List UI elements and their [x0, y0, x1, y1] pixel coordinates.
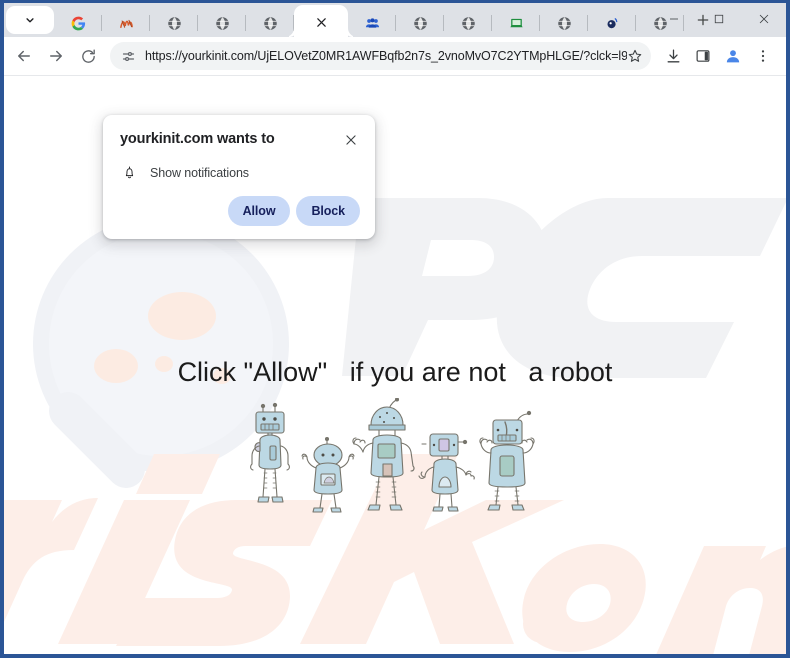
- robot-1: [250, 402, 290, 503]
- maximize-icon: [714, 14, 723, 23]
- permission-dialog-actions: Allow Block: [120, 196, 360, 226]
- bell-icon: [122, 165, 137, 180]
- permission-request-row: Show notifications: [120, 165, 360, 180]
- arrow-left-icon: [18, 50, 30, 62]
- tab-item[interactable]: [492, 6, 540, 37]
- avatar-icon: [726, 50, 740, 63]
- reload-button[interactable]: [72, 40, 104, 72]
- permission-dialog-header: yourkinit.com wants to: [120, 130, 360, 149]
- close-icon[interactable]: [313, 14, 329, 30]
- robots-illustration: [250, 398, 535, 513]
- arrow-right-icon: [50, 50, 62, 62]
- tab-item[interactable]: [198, 6, 246, 37]
- permission-dialog-title: yourkinit.com wants to: [120, 131, 275, 147]
- tab-list: [54, 3, 709, 37]
- robot-3: [352, 398, 415, 511]
- orange-abstract-favicon: [118, 15, 134, 31]
- tab-item[interactable]: [396, 6, 444, 37]
- tab-item[interactable]: [54, 6, 102, 37]
- address-bar[interactable]: https://yourkinit.com/UjELOVetZ0MR1AWFBq…: [110, 42, 651, 70]
- three-dots-icon: [761, 50, 765, 62]
- tab-item[interactable]: [540, 6, 588, 37]
- download-icon: [667, 48, 679, 62]
- bookmark-star-icon[interactable]: [627, 48, 643, 64]
- tab-item[interactable]: [150, 6, 198, 37]
- tab-item[interactable]: [636, 6, 684, 37]
- downloads-button[interactable]: [658, 41, 688, 71]
- globe-favicon: [166, 15, 182, 31]
- browser-toolbar: https://yourkinit.com/UjELOVetZ0MR1AWFBq…: [4, 37, 786, 76]
- profile-button[interactable]: [718, 41, 748, 71]
- tab-strip: [4, 3, 786, 37]
- side-panel-button[interactable]: [688, 41, 718, 71]
- tab-item[interactable]: [348, 6, 396, 37]
- address-bar-url[interactable]: https://yourkinit.com/UjELOVetZ0MR1AWFBq…: [145, 49, 627, 63]
- green-laptop-favicon: [508, 15, 524, 31]
- reload-icon: [81, 48, 95, 63]
- close-window-button[interactable]: [741, 3, 786, 34]
- globe-favicon: [262, 15, 278, 31]
- chevron-down-icon: [26, 18, 34, 23]
- blue-dot-favicon: [604, 15, 620, 31]
- close-icon: [759, 14, 768, 23]
- side-panel-icon: [696, 50, 710, 62]
- robot-5: [479, 410, 535, 511]
- site-settings-icon[interactable]: [121, 49, 136, 64]
- close-dialog-button[interactable]: [342, 131, 360, 149]
- globe-favicon: [652, 15, 668, 31]
- maximize-button[interactable]: [696, 3, 741, 34]
- permission-item-label: Show notifications: [150, 165, 249, 180]
- browser-window: https://yourkinit.com/UjELOVetZ0MR1AWFBq…: [0, 0, 790, 658]
- google-favicon: [70, 15, 86, 31]
- tab-item[interactable]: [588, 6, 636, 37]
- tab-search-button[interactable]: [6, 6, 54, 34]
- notification-permission-dialog: yourkinit.com wants to Show notification…: [103, 115, 375, 239]
- globe-favicon: [214, 15, 230, 31]
- globe-favicon: [556, 15, 572, 31]
- back-button[interactable]: [8, 40, 40, 72]
- robot-2: [301, 436, 355, 513]
- allow-button[interactable]: Allow: [227, 196, 291, 226]
- browser-window-inner: https://yourkinit.com/UjELOVetZ0MR1AWFBq…: [4, 3, 786, 654]
- tab-item[interactable]: [444, 6, 492, 37]
- page-title: Click "Allow" if you are not a robot: [177, 357, 613, 387]
- tab-item-active[interactable]: [294, 5, 348, 37]
- robot-4: [418, 433, 475, 512]
- chrome-menu-button[interactable]: [748, 41, 778, 71]
- close-icon: [346, 135, 356, 145]
- tab-item[interactable]: [102, 6, 150, 37]
- page-viewport: Click "Allow" if you are not a robot you…: [4, 76, 786, 654]
- globe-favicon: [460, 15, 476, 31]
- globe-favicon: [412, 15, 428, 31]
- forward-button[interactable]: [40, 40, 72, 72]
- tab-separator: [683, 15, 684, 31]
- people-group-favicon: [364, 15, 380, 31]
- block-button[interactable]: Block: [296, 196, 360, 226]
